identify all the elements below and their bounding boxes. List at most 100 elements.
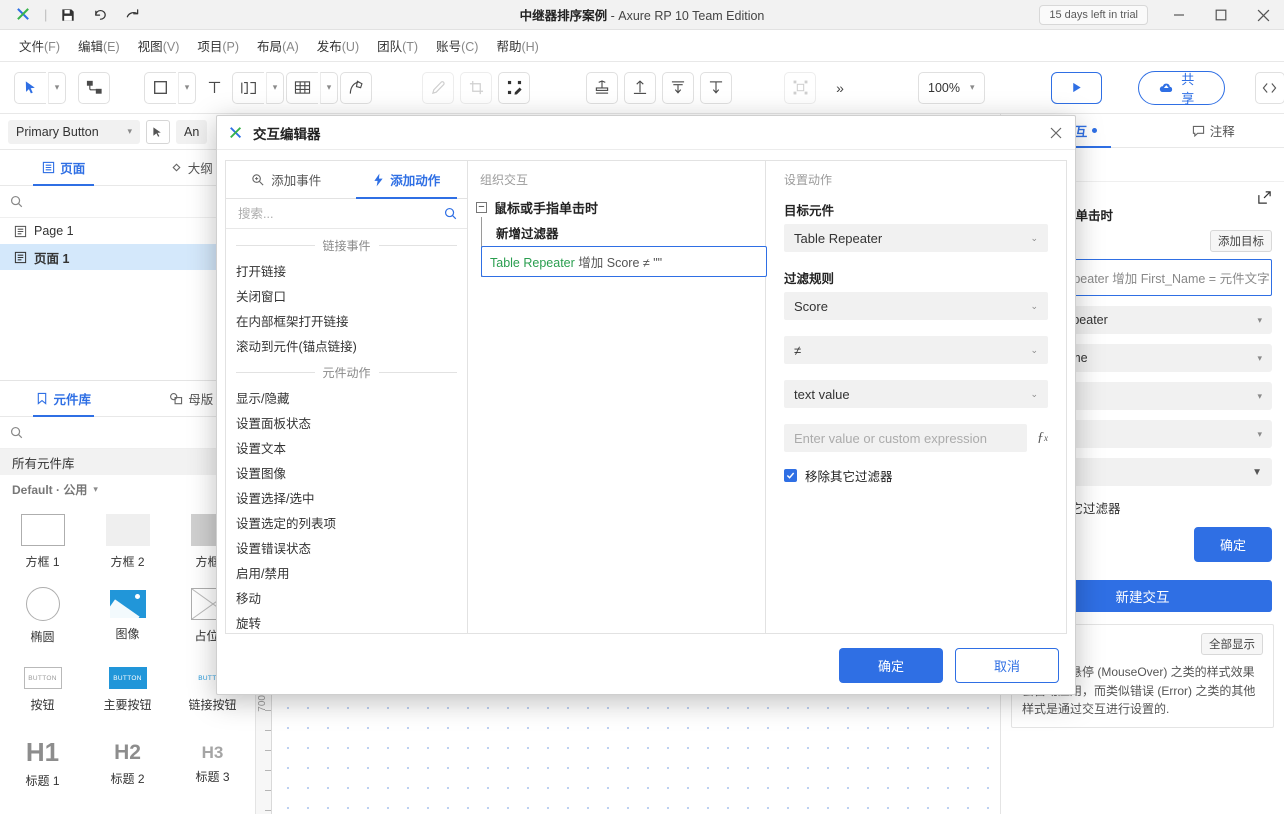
filter-column-select[interactable]: Score ⌄ [784, 292, 1048, 320]
transform-icon[interactable] [498, 71, 530, 104]
show-all-button[interactable]: 全部显示 [1201, 633, 1263, 655]
search-icon[interactable] [444, 207, 457, 220]
table-tool-dropdown-icon[interactable]: ▾ [320, 71, 338, 104]
open-editor-icon[interactable] [1257, 190, 1272, 205]
tree-action-selected[interactable]: Table Repeater 增加 Score ≠ "" [481, 246, 767, 277]
widget-box-2[interactable]: 方框 2 [85, 505, 170, 579]
save-icon[interactable] [53, 2, 83, 28]
dynamic-panel-tool-icon[interactable] [232, 71, 264, 104]
tree-header: 组织交互 [480, 173, 529, 187]
dialog-ok-button[interactable]: 确定 [839, 647, 943, 683]
pen-tool-icon[interactable] [340, 71, 372, 104]
undo-icon[interactable] [85, 2, 115, 28]
widget-ellipse[interactable]: 椭圆 [0, 579, 85, 653]
dialog-header: 交互编辑器 [217, 116, 1075, 150]
text-tool-icon[interactable] [198, 71, 230, 104]
rectangle-tool-dropdown-icon[interactable]: ▾ [178, 71, 196, 104]
widget-button[interactable]: BUTTON 按钮 [0, 653, 85, 727]
dialog-close-icon[interactable] [1047, 124, 1065, 142]
crop-icon[interactable] [460, 71, 492, 104]
menu-account[interactable]: 账号(C) [427, 32, 487, 59]
eyedropper-icon[interactable] [422, 71, 454, 104]
widget-style-select[interactable]: Primary Button ▾ [8, 119, 140, 144]
action-move[interactable]: 移动 [226, 585, 467, 610]
menu-edit[interactable]: 编辑(E) [69, 32, 129, 59]
action-set-panel-state[interactable]: 设置面板状态 [226, 410, 467, 435]
tab-widget-library[interactable]: 元件库 [0, 381, 128, 417]
filter-operator-select[interactable]: ≠ ⌄ [784, 336, 1048, 364]
widget-primary-button[interactable]: BUTTON 主要按钮 [85, 653, 170, 727]
minimize-icon[interactable] [1158, 0, 1200, 30]
distribute-down-icon[interactable] [662, 71, 694, 104]
align-top-icon[interactable] [624, 71, 656, 104]
menu-view[interactable]: 视图(V) [129, 32, 189, 59]
dialog-search-input[interactable] [236, 205, 444, 222]
menu-team[interactable]: 团队(T) [368, 32, 427, 59]
close-icon[interactable] [1242, 0, 1284, 30]
group-widget-actions-label: 元件动作 [322, 366, 371, 380]
widget-box-1[interactable]: 方框 1 [0, 505, 85, 579]
select-tool-icon[interactable] [14, 71, 46, 104]
preview-button[interactable] [1050, 71, 1102, 104]
filter-valuetype-select[interactable]: text value ⌄ [784, 380, 1048, 408]
filter-value-input[interactable]: Enter value or custom expression [784, 424, 1027, 452]
chevron-down-icon: ▾ [1257, 352, 1262, 363]
dialog-cancel-button[interactable]: 取消 [955, 647, 1059, 683]
group-tools: » [784, 71, 856, 104]
tab-add-event[interactable]: 添加事件 [226, 161, 347, 198]
action-set-image[interactable]: 设置图像 [226, 460, 467, 485]
action-show-hide[interactable]: 显示/隐藏 [226, 385, 467, 410]
action-scroll-to-widget[interactable]: 滚动到元件(锚点链接) [226, 333, 467, 358]
action-rotate[interactable]: 旋转 [226, 610, 467, 633]
menu-publish[interactable]: 发布(U) [308, 32, 368, 59]
tab-add-action[interactable]: 添加动作 [347, 161, 468, 199]
toolbar-overflow-icon[interactable]: » [824, 71, 856, 104]
collapse-toggle-icon[interactable]: − [476, 202, 487, 213]
tab-pages[interactable]: 页面 [0, 150, 128, 186]
menu-file[interactable]: 文件(F) [10, 32, 69, 59]
dynamic-panel-dropdown-icon[interactable]: ▾ [266, 71, 284, 104]
widget-image[interactable]: 图像 [85, 579, 170, 653]
align-vertical-bottom-icon[interactable] [700, 71, 732, 104]
align-bottom-icon[interactable] [586, 71, 618, 104]
group-icon[interactable] [784, 71, 816, 104]
menu-help[interactable]: 帮助(H) [487, 32, 547, 59]
menu-layout[interactable]: 布局(A) [248, 32, 308, 59]
maximize-icon[interactable] [1200, 0, 1242, 30]
share-button[interactable]: 共享 [1137, 70, 1225, 106]
remove-other-filters-checkbox-row[interactable]: 移除其它过滤器 [784, 466, 1048, 485]
font-chip[interactable]: An [176, 119, 208, 144]
tree-event-row[interactable]: − 鼠标或手指单击时 [468, 188, 765, 217]
tab-notes[interactable]: 注释 [1143, 114, 1284, 147]
style-picker-icon[interactable] [146, 119, 170, 144]
widget-heading-3[interactable]: H3 标题 3 [170, 727, 255, 801]
rectangle-tool-icon[interactable] [144, 71, 176, 104]
action-close-window[interactable]: 关闭窗口 [226, 283, 467, 308]
connector-tool-icon[interactable] [78, 71, 110, 104]
action-open-link-in-frame[interactable]: 在内部框架打开链接 [226, 308, 467, 333]
widget-heading-2[interactable]: H2 标题 2 [85, 727, 170, 801]
target-widget-select[interactable]: Table Repeater ⌄ [784, 224, 1048, 252]
menu-team-mnemonic: (T) [402, 40, 419, 54]
zoom-select[interactable]: 100% ▾ [918, 71, 985, 104]
table-tool-icon[interactable] [286, 71, 318, 104]
action-set-error-state[interactable]: 设置错误状态 [226, 535, 467, 560]
axure-logo-icon [230, 126, 242, 138]
right-panel-ok-button[interactable]: 确定 [1193, 527, 1272, 562]
action-set-selection[interactable]: 设置选择/选中 [226, 485, 467, 510]
action-enable-disable[interactable]: 启用/禁用 [226, 560, 467, 585]
dialog-search-row [226, 199, 467, 229]
widget-heading-1[interactable]: H1 标题 1 [0, 727, 85, 801]
fx-icon[interactable]: ƒx [1037, 430, 1048, 446]
widget-label: 链接按钮 [188, 698, 237, 712]
redo-icon[interactable] [117, 2, 147, 28]
select-tool-dropdown-icon[interactable]: ▾ [48, 71, 66, 104]
action-set-text[interactable]: 设置文本 [226, 435, 467, 460]
h1-glyph: H1 [25, 737, 60, 767]
code-icon[interactable] [1254, 71, 1284, 104]
menu-project[interactable]: 项目(P) [188, 32, 248, 59]
action-set-list-selection[interactable]: 设置选定的列表项 [226, 510, 467, 535]
action-open-link[interactable]: 打开链接 [226, 258, 467, 283]
tab-add-event-label: 添加事件 [271, 174, 322, 188]
add-target-button[interactable]: 添加目标 [1210, 229, 1272, 252]
